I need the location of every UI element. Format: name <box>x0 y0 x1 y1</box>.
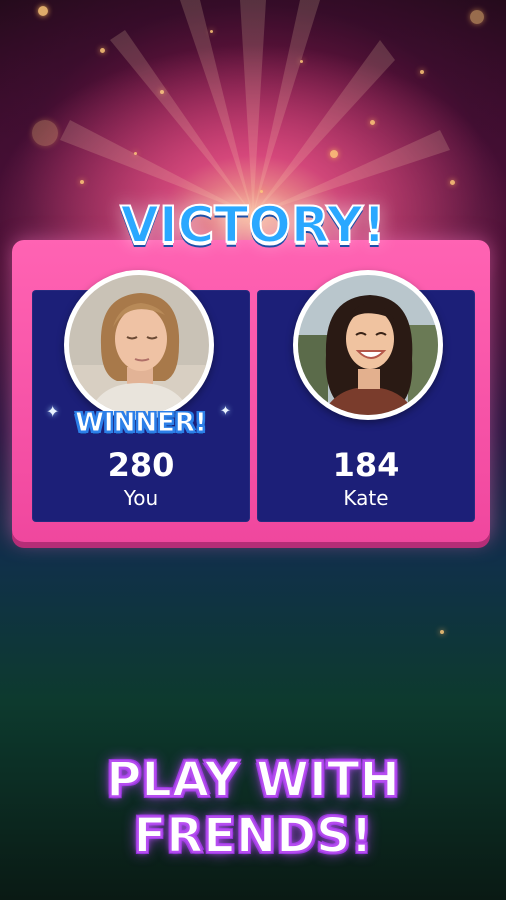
sparkle-particle <box>134 152 137 155</box>
player-score: 280 <box>107 446 175 484</box>
result-card: ✦ ✦ WINNER! 280 You 184 Kate <box>12 240 490 542</box>
sparkle-particle <box>260 190 263 193</box>
sparkle-particle <box>420 70 424 74</box>
sparkle-particle <box>370 120 375 125</box>
sparkle-particle <box>440 630 444 634</box>
sparkle-particle <box>80 180 84 184</box>
avatar <box>298 275 438 415</box>
sparkle-particle <box>32 120 58 146</box>
woman-portrait-icon <box>69 275 209 415</box>
game-result-screen: VICTORY! ✦ ✦ WINNER! 280 You 184 Kate PL… <box>0 0 506 900</box>
promo-line-2: FRENDS! <box>132 807 373 865</box>
sparkle-particle <box>450 180 455 185</box>
sparkle-particle <box>210 30 213 33</box>
sparkle-particle <box>300 60 303 63</box>
sparkle-particle <box>160 90 164 94</box>
smiling-woman-portrait-icon <box>298 275 438 415</box>
sparkle-particle <box>38 6 48 16</box>
promo-line-1: PLAY WITH <box>105 751 401 809</box>
winner-badge: WINNER! <box>75 408 208 439</box>
player-score: 184 <box>332 446 400 484</box>
promo-text: PLAY WITH FRENDS! <box>0 751 506 865</box>
victory-title: VICTORY! <box>119 195 386 255</box>
sparkle-particle <box>330 150 338 158</box>
player-name: You <box>123 486 159 510</box>
player-panel-kate: 184 Kate <box>257 270 475 522</box>
avatar <box>69 275 209 415</box>
player-panel-you: ✦ ✦ WINNER! 280 You <box>32 270 250 522</box>
sparkle-particle <box>470 10 484 24</box>
avatar-ring <box>64 270 214 420</box>
avatar-ring <box>293 270 443 420</box>
player-name: Kate <box>343 486 389 510</box>
sparkle-particle <box>100 48 105 53</box>
